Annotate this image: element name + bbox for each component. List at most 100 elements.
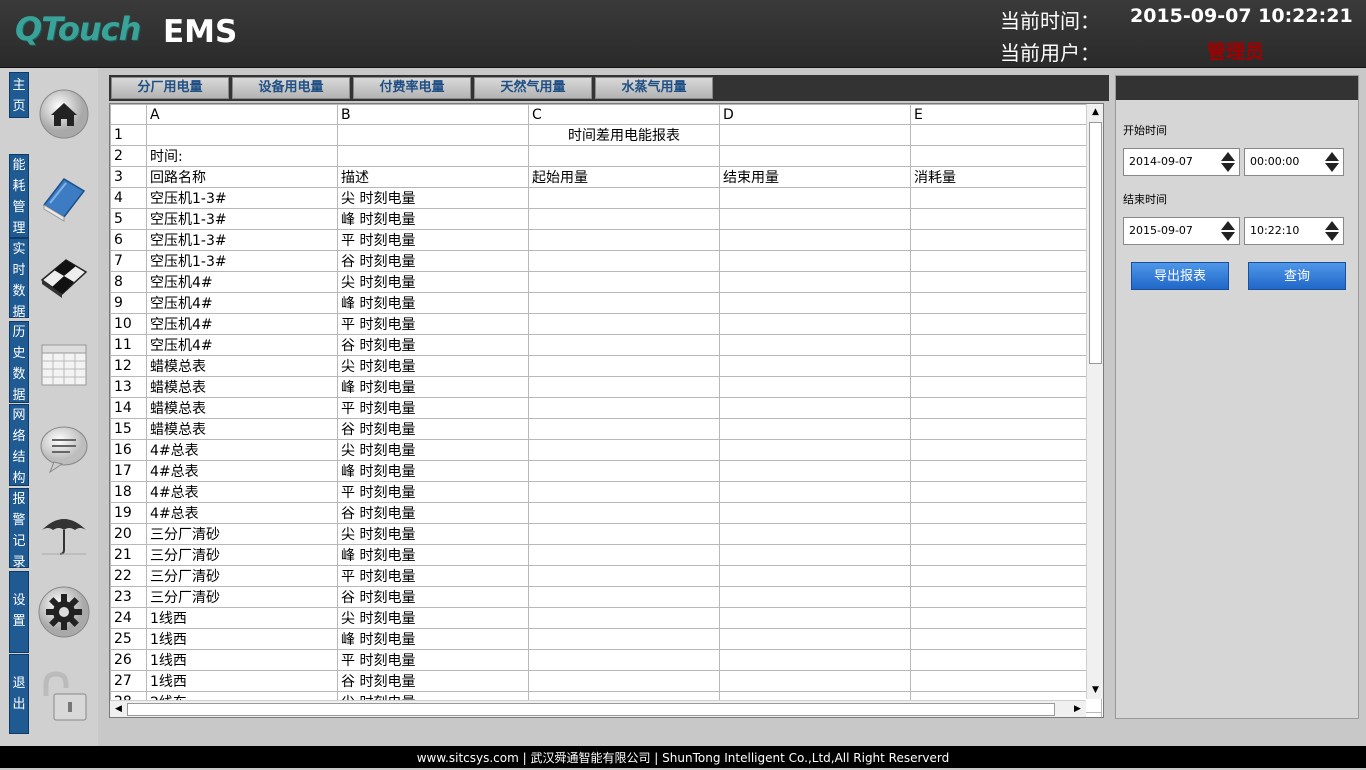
tab-equipment-power[interactable]: 设备用电量 bbox=[232, 77, 350, 99]
end-time-field[interactable]: 10:22:10 bbox=[1244, 217, 1344, 245]
table-cell[interactable]: 4#总表 bbox=[146, 502, 338, 524]
table-cell[interactable] bbox=[528, 418, 720, 440]
nav-item-home[interactable]: 主页 bbox=[9, 72, 29, 118]
table-cell[interactable] bbox=[528, 544, 720, 566]
row-number[interactable]: 14 bbox=[110, 397, 147, 419]
row-number[interactable]: 27 bbox=[110, 670, 147, 692]
table-cell[interactable] bbox=[528, 229, 720, 251]
table-cell[interactable] bbox=[910, 229, 1102, 251]
table-cell[interactable] bbox=[528, 565, 720, 587]
table-cell[interactable] bbox=[910, 460, 1102, 482]
table-cell[interactable] bbox=[719, 397, 911, 419]
table-cell[interactable] bbox=[719, 481, 911, 503]
unlock-icon[interactable] bbox=[38, 670, 90, 722]
gear-icon[interactable] bbox=[38, 586, 90, 638]
table-cell[interactable] bbox=[910, 208, 1102, 230]
table-cell[interactable]: 空压机1-3# bbox=[146, 208, 338, 230]
table-cell[interactable]: 峰 时刻电量 bbox=[337, 628, 529, 650]
row-number[interactable]: 7 bbox=[110, 250, 147, 272]
corner-cell[interactable] bbox=[110, 104, 147, 125]
scroll-left-arrow-icon[interactable]: ◀ bbox=[111, 702, 126, 717]
row-number[interactable]: 15 bbox=[110, 418, 147, 440]
table-cell[interactable]: 描述 bbox=[337, 166, 529, 188]
table-cell[interactable] bbox=[910, 376, 1102, 398]
start-time-spinner-icon[interactable] bbox=[1323, 151, 1341, 173]
table-cell[interactable]: 平 时刻电量 bbox=[337, 229, 529, 251]
tab-natural-gas[interactable]: 天然气用量 bbox=[474, 77, 592, 99]
table-cell[interactable]: 4#总表 bbox=[146, 460, 338, 482]
table-cell[interactable] bbox=[910, 313, 1102, 335]
table-cell[interactable] bbox=[528, 355, 720, 377]
end-date-spinner-icon[interactable] bbox=[1219, 220, 1237, 242]
column-header-e[interactable]: E bbox=[910, 104, 1102, 125]
table-cell[interactable]: 尖 时刻电量 bbox=[337, 523, 529, 545]
table-cell[interactable]: 谷 时刻电量 bbox=[337, 502, 529, 524]
table-cell[interactable] bbox=[528, 628, 720, 650]
table-cell[interactable] bbox=[337, 145, 529, 167]
table-cell[interactable] bbox=[719, 145, 911, 167]
table-cell[interactable] bbox=[719, 628, 911, 650]
table-cell[interactable] bbox=[528, 208, 720, 230]
table-cell[interactable] bbox=[910, 544, 1102, 566]
table-cell[interactable] bbox=[719, 439, 911, 461]
umbrella-icon[interactable] bbox=[38, 506, 90, 558]
table-cell[interactable]: 尖 时刻电量 bbox=[337, 187, 529, 209]
table-cell[interactable]: 三分厂清砂 bbox=[146, 523, 338, 545]
table-cell[interactable] bbox=[910, 649, 1102, 671]
row-number[interactable]: 24 bbox=[110, 607, 147, 629]
row-number[interactable]: 19 bbox=[110, 502, 147, 524]
chat-icon[interactable] bbox=[38, 422, 90, 474]
start-time-field[interactable]: 00:00:00 bbox=[1244, 148, 1344, 176]
table-cell[interactable]: 蜡模总表 bbox=[146, 397, 338, 419]
table-cell[interactable]: 空压机4# bbox=[146, 334, 338, 356]
table-cell[interactable]: 峰 时刻电量 bbox=[337, 376, 529, 398]
row-number[interactable]: 13 bbox=[110, 376, 147, 398]
table-cell[interactable]: 结束用量 bbox=[719, 166, 911, 188]
row-number[interactable]: 1 bbox=[110, 124, 147, 146]
table-cell[interactable] bbox=[719, 544, 911, 566]
tab-branch-power[interactable]: 分厂用电量 bbox=[111, 77, 229, 99]
spreadsheet[interactable]: A B C D E 1 时间差用电能报表 2 时间: 3 回路名称 描述 起始用量 结束用量 消耗… bbox=[109, 103, 1104, 718]
nav-item-alarm[interactable]: 报警记录 bbox=[9, 488, 29, 570]
table-cell[interactable] bbox=[910, 334, 1102, 356]
table-cell[interactable] bbox=[528, 250, 720, 272]
table-cell[interactable] bbox=[719, 586, 911, 608]
table-cell[interactable]: 尖 时刻电量 bbox=[337, 439, 529, 461]
table-cell[interactable]: 尖 时刻电量 bbox=[337, 271, 529, 293]
row-number[interactable]: 25 bbox=[110, 628, 147, 650]
row-number[interactable]: 18 bbox=[110, 481, 147, 503]
row-number[interactable]: 20 bbox=[110, 523, 147, 545]
table-cell[interactable] bbox=[910, 292, 1102, 314]
table-cell[interactable]: 三分厂清砂 bbox=[146, 544, 338, 566]
table-cell[interactable]: 4#总表 bbox=[146, 481, 338, 503]
row-number[interactable]: 26 bbox=[110, 649, 147, 671]
table-cell[interactable] bbox=[719, 565, 911, 587]
nav-item-network[interactable]: 网络结构 bbox=[9, 404, 29, 486]
table-cell[interactable] bbox=[528, 145, 720, 167]
table-cell[interactable] bbox=[910, 397, 1102, 419]
row-number[interactable]: 22 bbox=[110, 565, 147, 587]
row-number[interactable]: 10 bbox=[110, 313, 147, 335]
table-cell[interactable]: 1线西 bbox=[146, 649, 338, 671]
table-cell[interactable] bbox=[528, 439, 720, 461]
table-cell[interactable] bbox=[719, 334, 911, 356]
table-cell[interactable]: 峰 时刻电量 bbox=[337, 208, 529, 230]
table-cell[interactable] bbox=[719, 229, 911, 251]
table-cell[interactable] bbox=[719, 124, 911, 146]
start-date-field[interactable]: 2014-09-07 bbox=[1123, 148, 1240, 176]
table-cell[interactable] bbox=[719, 418, 911, 440]
scroll-up-arrow-icon[interactable]: ▲ bbox=[1088, 105, 1103, 120]
table-cell[interactable]: 蜡模总表 bbox=[146, 376, 338, 398]
table-cell[interactable] bbox=[528, 292, 720, 314]
table-cell[interactable] bbox=[719, 460, 911, 482]
table-cell[interactable]: 蜡模总表 bbox=[146, 418, 338, 440]
row-number[interactable]: 12 bbox=[110, 355, 147, 377]
table-cell[interactable] bbox=[910, 271, 1102, 293]
table-cell[interactable] bbox=[719, 607, 911, 629]
table-cell[interactable]: 空压机4# bbox=[146, 271, 338, 293]
table-cell[interactable] bbox=[528, 649, 720, 671]
horizontal-scroll-thumb[interactable] bbox=[127, 703, 1055, 716]
row-number[interactable]: 6 bbox=[110, 229, 147, 251]
row-number[interactable]: 11 bbox=[110, 334, 147, 356]
table-cell[interactable]: 1线西 bbox=[146, 628, 338, 650]
